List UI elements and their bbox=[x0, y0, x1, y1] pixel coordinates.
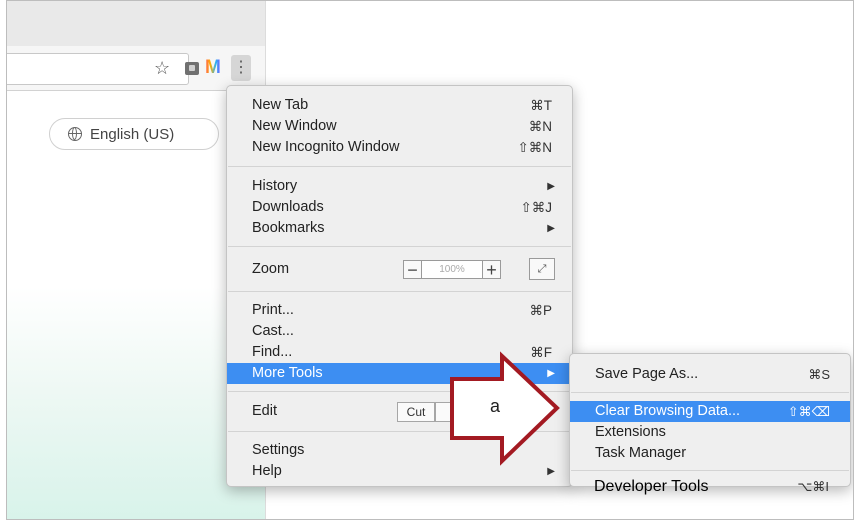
submenu-item-task-manager[interactable]: Task Manager bbox=[570, 443, 850, 464]
language-button[interactable]: English (US) bbox=[49, 118, 219, 150]
fullscreen-icon[interactable]: ⤢ bbox=[529, 258, 555, 280]
zoom-level: 100% bbox=[422, 260, 482, 279]
globe-icon bbox=[68, 127, 82, 141]
submenu-arrow-icon: ▶ bbox=[547, 223, 555, 234]
menu-separator bbox=[571, 470, 849, 471]
m-extension-icon[interactable]: M bbox=[205, 57, 221, 79]
submenu-arrow-icon: ▶ bbox=[547, 181, 555, 192]
zoom-out-button[interactable]: − bbox=[403, 260, 422, 279]
menu-item-bookmarks[interactable]: Bookmarks ▶ bbox=[227, 218, 572, 239]
submenu-item-developer-tools[interactable]: Developer Tools ⌥⌘I bbox=[569, 476, 849, 497]
menu-separator bbox=[571, 392, 849, 393]
menu-item-history[interactable]: History ▶ bbox=[227, 176, 572, 197]
submenu-item-extensions[interactable]: Extensions bbox=[570, 422, 850, 443]
cut-button[interactable]: Cut bbox=[397, 402, 435, 422]
submenu-item-save-page-as[interactable]: Save Page As... ⌘S bbox=[570, 364, 850, 385]
more-tools-submenu: Save Page As... ⌘S Clear Browsing Data..… bbox=[569, 353, 851, 487]
menu-item-zoom: Zoom bbox=[252, 261, 290, 277]
menu-separator bbox=[228, 246, 571, 247]
browser-toolbar: ☆ M ⋮ bbox=[7, 46, 265, 91]
menu-item-downloads[interactable]: Downloads ⇧⌘J bbox=[227, 197, 572, 218]
menu-item-new-tab[interactable]: New Tab ⌘T bbox=[227, 95, 572, 116]
tab-strip bbox=[7, 1, 265, 47]
callout-label: a bbox=[490, 396, 501, 416]
kebab-menu-icon[interactable]: ⋮ bbox=[231, 55, 251, 81]
zoom-in-button[interactable]: + bbox=[482, 260, 501, 279]
screenshot-frame: ☆ M ⋮ English (US) New Tab ⌘T New Window… bbox=[6, 0, 854, 520]
submenu-item-clear-browsing-data[interactable]: Clear Browsing Data... ⇧⌘⌫ bbox=[570, 401, 850, 422]
callout-arrow-icon bbox=[450, 351, 560, 466]
language-label: English (US) bbox=[90, 126, 175, 143]
menu-item-new-window[interactable]: New Window ⌘N bbox=[227, 116, 572, 137]
menu-separator bbox=[228, 291, 571, 292]
extension-icon[interactable] bbox=[185, 62, 199, 75]
menu-separator bbox=[228, 166, 571, 167]
star-icon[interactable]: ☆ bbox=[154, 58, 170, 79]
menu-item-print[interactable]: Print... ⌘P bbox=[227, 300, 572, 321]
menu-item-cast[interactable]: Cast... bbox=[227, 321, 572, 342]
menu-item-new-incognito-window[interactable]: New Incognito Window ⇧⌘N bbox=[227, 137, 572, 158]
